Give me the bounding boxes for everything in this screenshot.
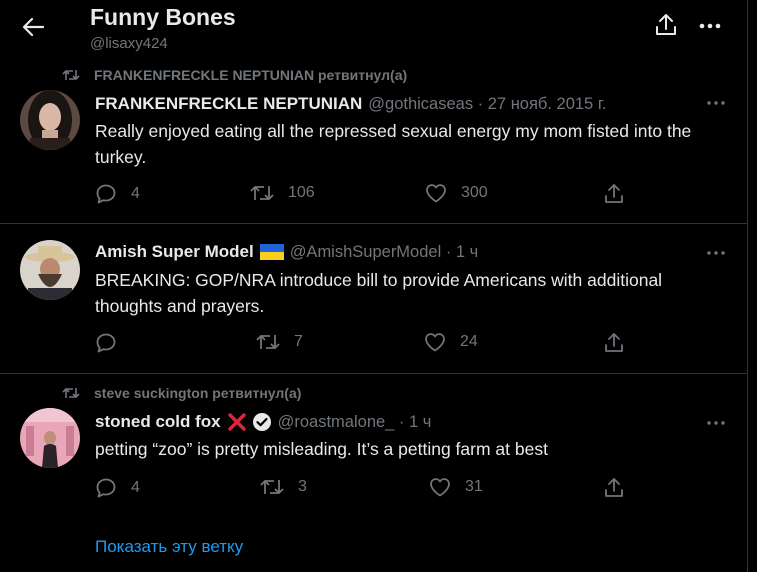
share-icon [656, 14, 676, 35]
retweet-count: 7 [294, 333, 303, 350]
author-meta: @gothicaseas · 27 нояб. 2015 г. [368, 94, 607, 113]
tweet-actions: 7 24 [95, 332, 635, 358]
retweet-button[interactable]: 7 [256, 332, 303, 352]
tweet-more-button[interactable] [703, 414, 729, 432]
reply-button[interactable] [95, 332, 131, 354]
like-icon [425, 333, 445, 352]
avatar[interactable] [20, 240, 80, 300]
tweet-header: Amish Super Model @AmishSuperModel · 1 ч [95, 242, 478, 262]
profile-header: Funny Bones @lisaxy424 [0, 0, 748, 62]
like-button[interactable]: 31 [429, 477, 483, 497]
share-profile-button[interactable] [654, 12, 680, 40]
back-arrow-icon [22, 17, 44, 37]
retweet-icon [250, 186, 274, 200]
more-icon [707, 101, 725, 105]
like-count: 300 [461, 184, 488, 201]
retweet-context-label: FRANKENFRECKLE NEPTUNIAN ретвитнул(а) [94, 67, 408, 83]
reply-icon [96, 333, 116, 353]
like-button[interactable]: 24 [424, 332, 478, 352]
profile-handle: @lisaxy424 [90, 35, 168, 52]
cross-mark-icon [227, 412, 247, 432]
author-name[interactable]: FRANKENFRECKLE NEPTUNIAN [95, 94, 362, 114]
verified-icon [252, 412, 272, 432]
back-button[interactable] [18, 12, 48, 42]
reply-button[interactable]: 4 [95, 183, 140, 205]
retweet-count: 3 [298, 478, 307, 495]
retweet-icon [62, 70, 80, 80]
share-button[interactable] [604, 332, 624, 354]
more-icon [707, 251, 725, 255]
profile-name: Funny Bones [90, 4, 236, 30]
retweet-icon [256, 335, 280, 349]
ukraine-flag-icon [259, 244, 284, 260]
tweet-header: FRANKENFRECKLE NEPTUNIAN @gothicaseas · … [95, 94, 606, 114]
reply-button[interactable]: 4 [95, 477, 140, 499]
share-icon [605, 184, 623, 203]
retweet-context: FRANKENFRECKLE NEPTUNIAN ретвитнул(а) [62, 67, 407, 83]
share-button[interactable] [604, 477, 624, 499]
like-count: 24 [460, 333, 478, 350]
author-name[interactable]: Amish Super Model [95, 242, 254, 262]
retweet-button[interactable]: 106 [250, 183, 315, 203]
retweet-button[interactable]: 3 [260, 477, 307, 497]
avatar[interactable] [20, 90, 80, 150]
show-thread-link[interactable]: Показать эту ветку [95, 537, 243, 557]
reply-count: 4 [131, 479, 140, 496]
retweet-icon [260, 480, 284, 494]
tweet-header: stoned cold fox @roastmalone_ · 1 ч [95, 412, 431, 432]
more-icon [699, 23, 721, 29]
tweet[interactable]: FRANKENFRECKLE NEPTUNIAN ретвитнул(а) FR… [0, 62, 748, 224]
author-meta: @roastmalone_ · 1 ч [277, 412, 432, 431]
tweet-text: Really enjoyed eating all the repressed … [95, 121, 692, 167]
retweet-count: 106 [288, 184, 315, 201]
reply-icon [96, 184, 116, 204]
retweet-context-label: steve suckington ретвитнул(а) [94, 385, 302, 401]
avatar-image [20, 408, 80, 468]
retweet-context: steve suckington ретвитнул(а) [62, 385, 301, 401]
retweet-icon [62, 388, 80, 398]
like-button[interactable]: 300 [425, 183, 488, 203]
avatar-image [20, 240, 80, 300]
avatar[interactable] [20, 408, 80, 468]
tweet[interactable]: Amish Super Model @AmishSuperModel · 1 ч… [0, 224, 748, 374]
like-count: 31 [465, 478, 483, 495]
share-icon [605, 478, 623, 497]
more-icon [707, 421, 725, 425]
reply-count: 4 [131, 185, 140, 202]
avatar-image [20, 90, 80, 150]
tweet-actions: 4 106 300 [95, 183, 635, 209]
like-icon [430, 478, 450, 497]
reply-icon [96, 478, 116, 498]
author-meta: @AmishSuperModel · 1 ч [289, 242, 479, 261]
more-button[interactable] [696, 14, 724, 38]
share-icon [605, 333, 623, 352]
tweet-actions: 4 3 31 [95, 477, 635, 503]
tweet-more-button[interactable] [703, 244, 729, 262]
author-name[interactable]: stoned cold fox [95, 412, 221, 432]
share-button[interactable] [604, 183, 624, 205]
tweet-text: BREAKING: GOP/NRA introduce bill to prov… [95, 270, 663, 316]
tweet-more-button[interactable] [703, 94, 729, 112]
tweet-text: petting “zoo” is pretty misleading. It’s… [95, 439, 548, 459]
like-icon [426, 184, 446, 203]
